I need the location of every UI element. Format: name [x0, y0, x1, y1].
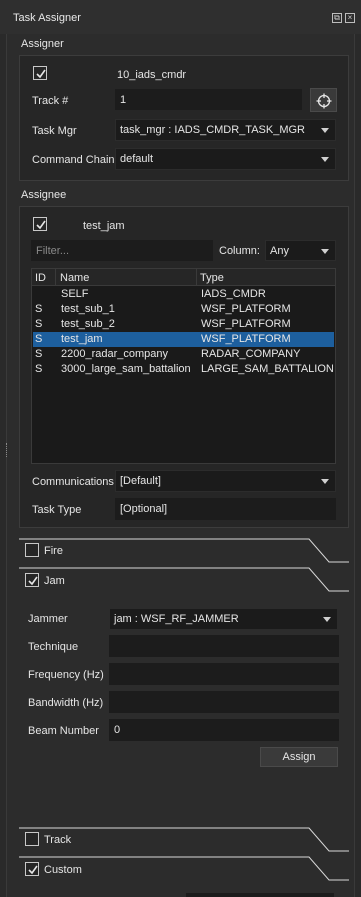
- row-name: 2200_radar_company: [61, 348, 169, 360]
- assign-button[interactable]: Assign: [260, 747, 338, 767]
- track-checkbox[interactable]: [25, 832, 39, 846]
- jammer-label: Jammer: [28, 613, 68, 625]
- assigner-section-label: Assigner: [21, 38, 64, 50]
- check-icon: [36, 220, 46, 230]
- chevron-down-icon: [321, 249, 329, 254]
- table-header: ID Name Type: [32, 269, 335, 286]
- communications-label: Communications: [32, 476, 114, 488]
- float-icon[interactable]: ⧉: [332, 13, 342, 23]
- track-task-label: Track: [44, 834, 72, 846]
- assignee-platform-name: test_jam: [83, 220, 125, 232]
- communications-select[interactable]: [Default]: [115, 470, 336, 492]
- assignee-section-label: Assignee: [21, 189, 67, 201]
- beam-number-label: Beam Number: [28, 725, 99, 737]
- row-id: S: [35, 303, 43, 315]
- table-row[interactable]: SELF IADS_CMDR: [33, 287, 334, 302]
- row-type: WSF_PLATFORM: [201, 333, 291, 345]
- chevron-down-icon: [321, 479, 329, 484]
- row-name: test_sub_1: [61, 303, 115, 315]
- row-id: S: [35, 348, 43, 360]
- row-type: IADS_CMDR: [201, 288, 266, 300]
- command-chain-select[interactable]: default: [115, 148, 336, 170]
- custom-field-partial[interactable]: [186, 893, 334, 897]
- task-mgr-label: Task Mgr: [32, 125, 77, 137]
- technique-label: Technique: [28, 641, 79, 653]
- row-id: S: [35, 318, 43, 330]
- row-name: test_sub_2: [61, 318, 115, 330]
- column-header-type[interactable]: Type: [200, 272, 224, 284]
- left-splitter[interactable]: [0, 34, 7, 897]
- table-row[interactable]: S 3000_large_sam_battalion LARGE_SAM_BAT…: [33, 362, 334, 377]
- row-type: WSF_PLATFORM: [201, 303, 291, 315]
- table-row-selected[interactable]: S test_jam WSF_PLATFORM: [33, 332, 334, 347]
- assignee-platform-checkbox[interactable]: [33, 217, 47, 231]
- jam-label: Jam: [44, 575, 65, 587]
- bandwidth-label: Bandwidth (Hz): [28, 697, 104, 709]
- frequency-label: Frequency (Hz): [28, 669, 104, 681]
- table-row[interactable]: S test_sub_1 WSF_PLATFORM: [33, 302, 334, 317]
- column-select[interactable]: Any: [265, 240, 336, 261]
- communications-value: [Default]: [120, 475, 161, 487]
- row-type: RADAR_COMPANY: [201, 348, 301, 360]
- column-label: Column:: [219, 245, 260, 257]
- row-name: SELF: [61, 288, 89, 300]
- bandwidth-input[interactable]: [109, 691, 339, 713]
- crosshair-icon: [316, 93, 332, 109]
- chevron-down-icon: [321, 157, 329, 162]
- column-value: Any: [270, 245, 289, 257]
- track-label: Track #: [32, 95, 69, 107]
- custom-checkbox[interactable]: [25, 862, 39, 876]
- track-number-input[interactable]: 1: [115, 89, 302, 110]
- title-bar: Task Assigner ⧉ ×: [0, 0, 361, 34]
- row-type: WSF_PLATFORM: [201, 318, 291, 330]
- right-scroll-edge[interactable]: [354, 34, 361, 897]
- close-icon[interactable]: ×: [345, 13, 355, 23]
- chevron-down-icon: [321, 128, 329, 133]
- technique-input[interactable]: [109, 635, 339, 657]
- splitter-handle-icon[interactable]: [6, 443, 8, 457]
- jammer-select[interactable]: jam : WSF_RF_JAMMER: [109, 608, 338, 630]
- row-id: S: [35, 363, 43, 375]
- row-type: LARGE_SAM_BATTALION: [201, 363, 334, 375]
- task-mgr-value: task_mgr : IADS_CMDR_TASK_MGR: [120, 124, 306, 136]
- task-mgr-select[interactable]: task_mgr : IADS_CMDR_TASK_MGR: [115, 119, 336, 141]
- task-type-label: Task Type: [32, 504, 82, 516]
- check-icon: [28, 865, 38, 875]
- command-chain-value: default: [120, 153, 154, 165]
- jam-section-header[interactable]: [19, 567, 349, 593]
- check-icon: [36, 69, 46, 79]
- row-id: S: [35, 333, 43, 345]
- custom-label: Custom: [44, 864, 82, 876]
- row-name: test_jam: [61, 333, 103, 345]
- fire-checkbox[interactable]: [25, 543, 39, 557]
- row-name: 3000_large_sam_battalion: [61, 363, 191, 375]
- filter-input[interactable]: Filter...: [31, 240, 213, 261]
- task-type-input[interactable]: [Optional]: [115, 498, 336, 520]
- fire-label: Fire: [44, 545, 63, 557]
- assigner-platform-name: 10_iads_cmdr: [117, 69, 187, 81]
- frequency-input[interactable]: [109, 663, 339, 685]
- column-header-name[interactable]: Name: [60, 272, 89, 284]
- jam-checkbox[interactable]: [25, 573, 39, 587]
- assigner-platform-checkbox[interactable]: [33, 66, 47, 80]
- window-title: Task Assigner: [13, 12, 81, 24]
- table-row[interactable]: S test_sub_2 WSF_PLATFORM: [33, 317, 334, 332]
- filter-placeholder: Filter...: [36, 245, 70, 257]
- column-header-id[interactable]: ID: [35, 272, 46, 284]
- check-icon: [28, 576, 38, 586]
- jammer-value: jam : WSF_RF_JAMMER: [114, 613, 239, 625]
- platform-table: ID Name Type SELF IADS_CMDR S test_sub_1…: [31, 268, 336, 464]
- chevron-down-icon: [323, 617, 331, 622]
- table-row[interactable]: S 2200_radar_company RADAR_COMPANY: [33, 347, 334, 362]
- column-divider: [55, 269, 56, 286]
- fire-section-header[interactable]: [19, 538, 349, 564]
- command-chain-label: Command Chain: [32, 154, 115, 166]
- beam-number-input[interactable]: 0: [109, 719, 339, 741]
- select-track-button[interactable]: [310, 88, 337, 112]
- column-divider: [196, 269, 197, 286]
